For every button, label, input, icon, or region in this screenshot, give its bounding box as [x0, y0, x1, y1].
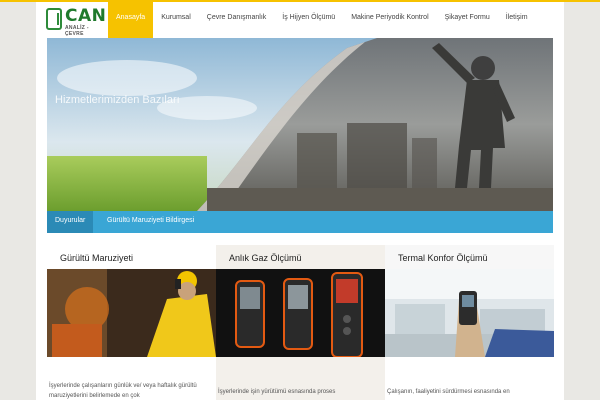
logo-subtitle: ANALİZ - ÇEVRE	[65, 25, 89, 37]
logo-mark-icon	[46, 8, 62, 30]
nav-item-sikayet-formu[interactable]: Şikayet Formu	[437, 2, 498, 38]
card-title: Anlık Gaz Ölçümü	[216, 245, 385, 271]
hero-image	[47, 38, 553, 211]
card-image-noise	[47, 269, 216, 357]
card-image-thermal	[385, 269, 554, 357]
nav-item-is-hijyen-olcumu[interactable]: İş Hijyen Ölçümü	[274, 2, 343, 38]
card-body: İşyerlerinde çalışanların günlük ve/ vey…	[47, 357, 216, 400]
hero-caption: Hizmetlerimizden Bazıları	[55, 94, 180, 106]
site-header: CAN ANALİZ - ÇEVRE Anasayfa Kurumsal Çev…	[36, 2, 564, 38]
nav-item-cevre-danismanlik[interactable]: Çevre Danışmanlık	[199, 2, 275, 38]
news-ticker: Duyurular Gürültü Maruziyeti Bildirgesi	[47, 211, 553, 233]
card-description: İşyerlerinde çalışanların günlük ve/ vey…	[49, 383, 197, 399]
news-item[interactable]: Gürültü Maruziyeti Bildirgesi	[107, 211, 194, 233]
nav-item-iletisim[interactable]: İletişim	[498, 2, 536, 38]
page-container: CAN ANALİZ - ÇEVRE Anasayfa Kurumsal Çev…	[36, 2, 564, 400]
main-nav: Anasayfa Kurumsal Çevre Danışmanlık İş H…	[108, 2, 536, 38]
news-label: Duyurular	[47, 211, 94, 233]
card-description: Çalışanın, faaliyetini sürdürmesi esnası…	[387, 389, 510, 395]
service-card-noise[interactable]: Gürültü Maruziyeti İşyerlerinde çalışanl…	[47, 245, 216, 400]
nav-item-makine-periyodik-kontrol[interactable]: Makine Periyodik Kontrol	[343, 2, 436, 38]
nav-item-anasayfa[interactable]: Anasayfa	[108, 2, 154, 38]
card-description: İşyerlerinde işin yürütümü esnasında pro…	[218, 389, 336, 395]
service-card-thermal[interactable]: Termal Konfor Ölçümü Çalışanın, faaliyet…	[385, 245, 554, 400]
service-card-gas[interactable]: Anlık Gaz Ölçümü İşyerlerinde işin yürüt…	[216, 245, 385, 400]
card-body: İşyerlerinde işin yürütümü esnasında pro…	[216, 357, 385, 400]
card-title: Gürültü Maruziyeti	[47, 245, 216, 271]
site-logo[interactable]: CAN ANALİZ - ÇEVRE	[46, 6, 107, 37]
card-image-gas	[216, 269, 385, 357]
nav-item-kurumsal[interactable]: Kurumsal	[153, 2, 199, 38]
hero-slider[interactable]: Hizmetlerimizden Bazıları	[47, 38, 553, 211]
card-title: Termal Konfor Ölçümü	[385, 245, 554, 271]
logo-brand-name: CAN	[65, 6, 107, 26]
service-cards: Gürültü Maruziyeti İşyerlerinde çalışanl…	[47, 245, 554, 400]
card-body: Çalışanın, faaliyetini sürdürmesi esnası…	[385, 357, 554, 400]
